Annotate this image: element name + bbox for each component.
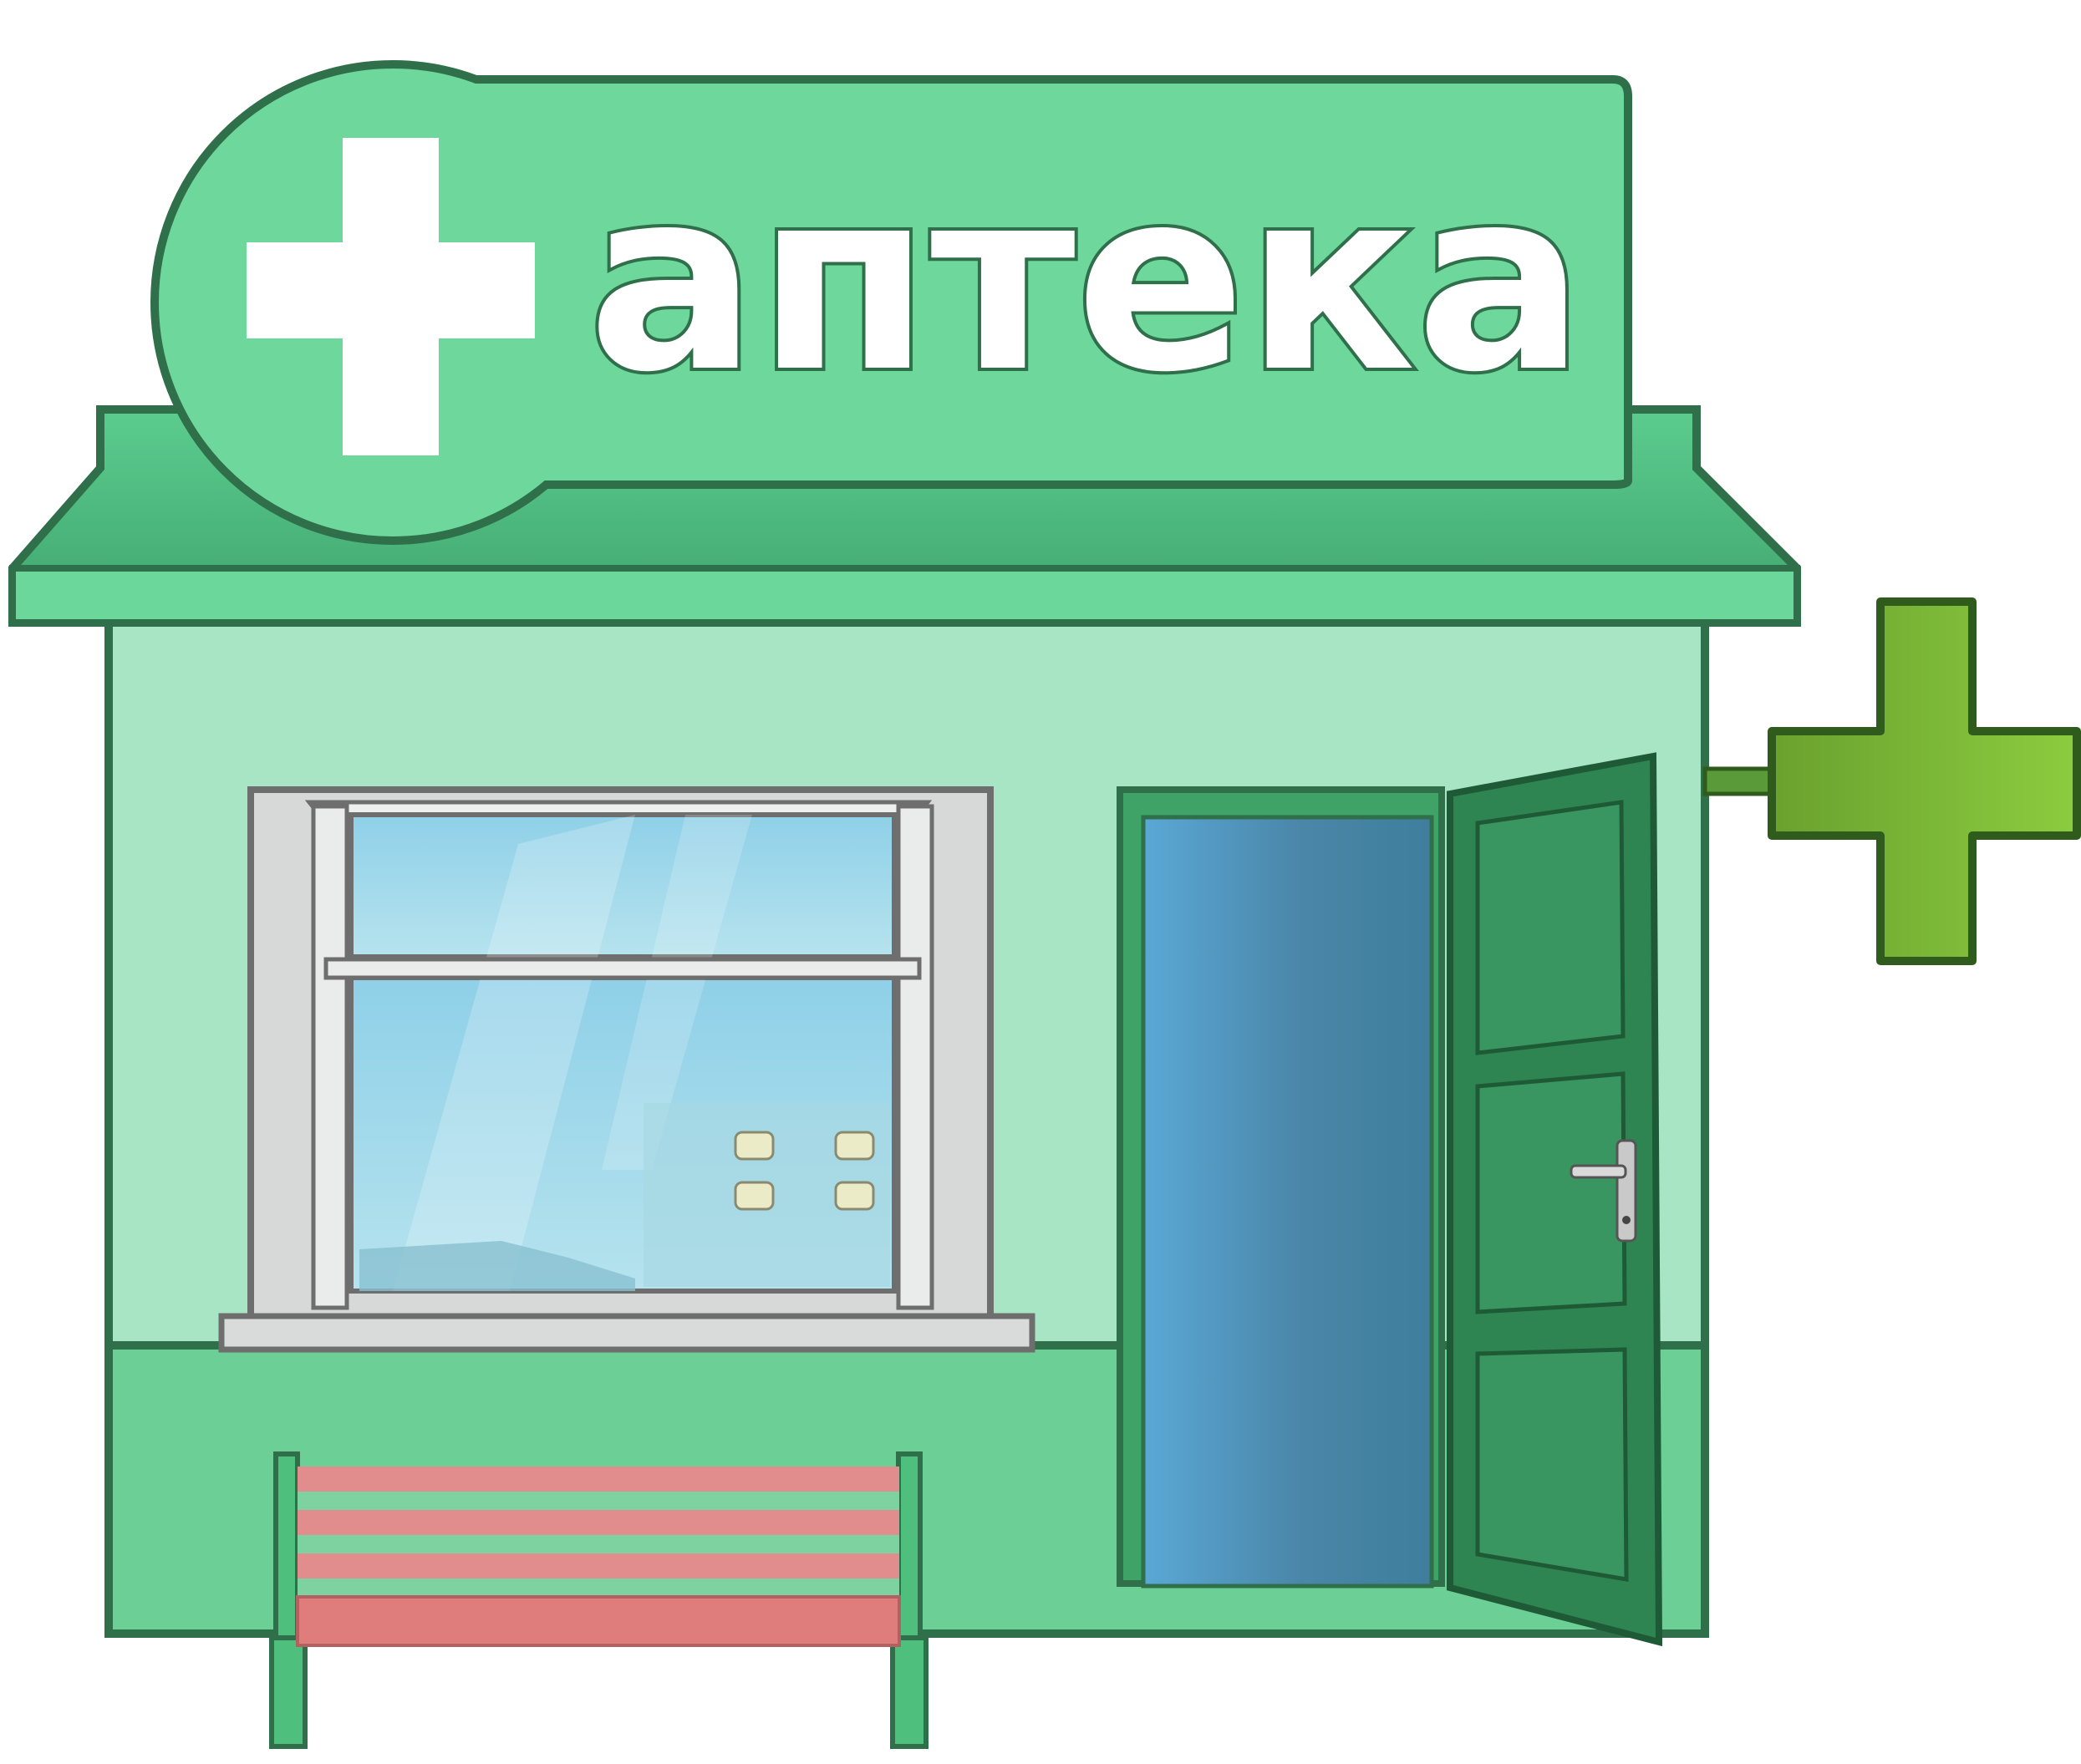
green-cross-icon xyxy=(1768,597,2081,965)
bench-slat xyxy=(298,1578,899,1597)
doorway-opening xyxy=(1141,815,1434,1589)
shop-window xyxy=(218,786,1035,1353)
cross-bracket xyxy=(1702,766,1774,796)
entrance xyxy=(1117,752,1663,1647)
signboard: аптека xyxy=(150,60,1632,545)
bench-slat xyxy=(298,1510,899,1535)
bench-seat xyxy=(296,1595,901,1647)
pharmacy-illustration: аптека xyxy=(0,0,2081,1764)
bench-slat xyxy=(298,1535,899,1553)
bench xyxy=(269,1451,929,1749)
bench-slat xyxy=(298,1467,899,1492)
hanging-cross-sign xyxy=(1702,597,2081,965)
bench-slat xyxy=(298,1553,899,1578)
bench-slat xyxy=(298,1492,899,1510)
roof-front-edge xyxy=(9,565,1800,626)
sign-text: аптека xyxy=(588,135,1585,427)
window-sill xyxy=(218,1313,1035,1353)
